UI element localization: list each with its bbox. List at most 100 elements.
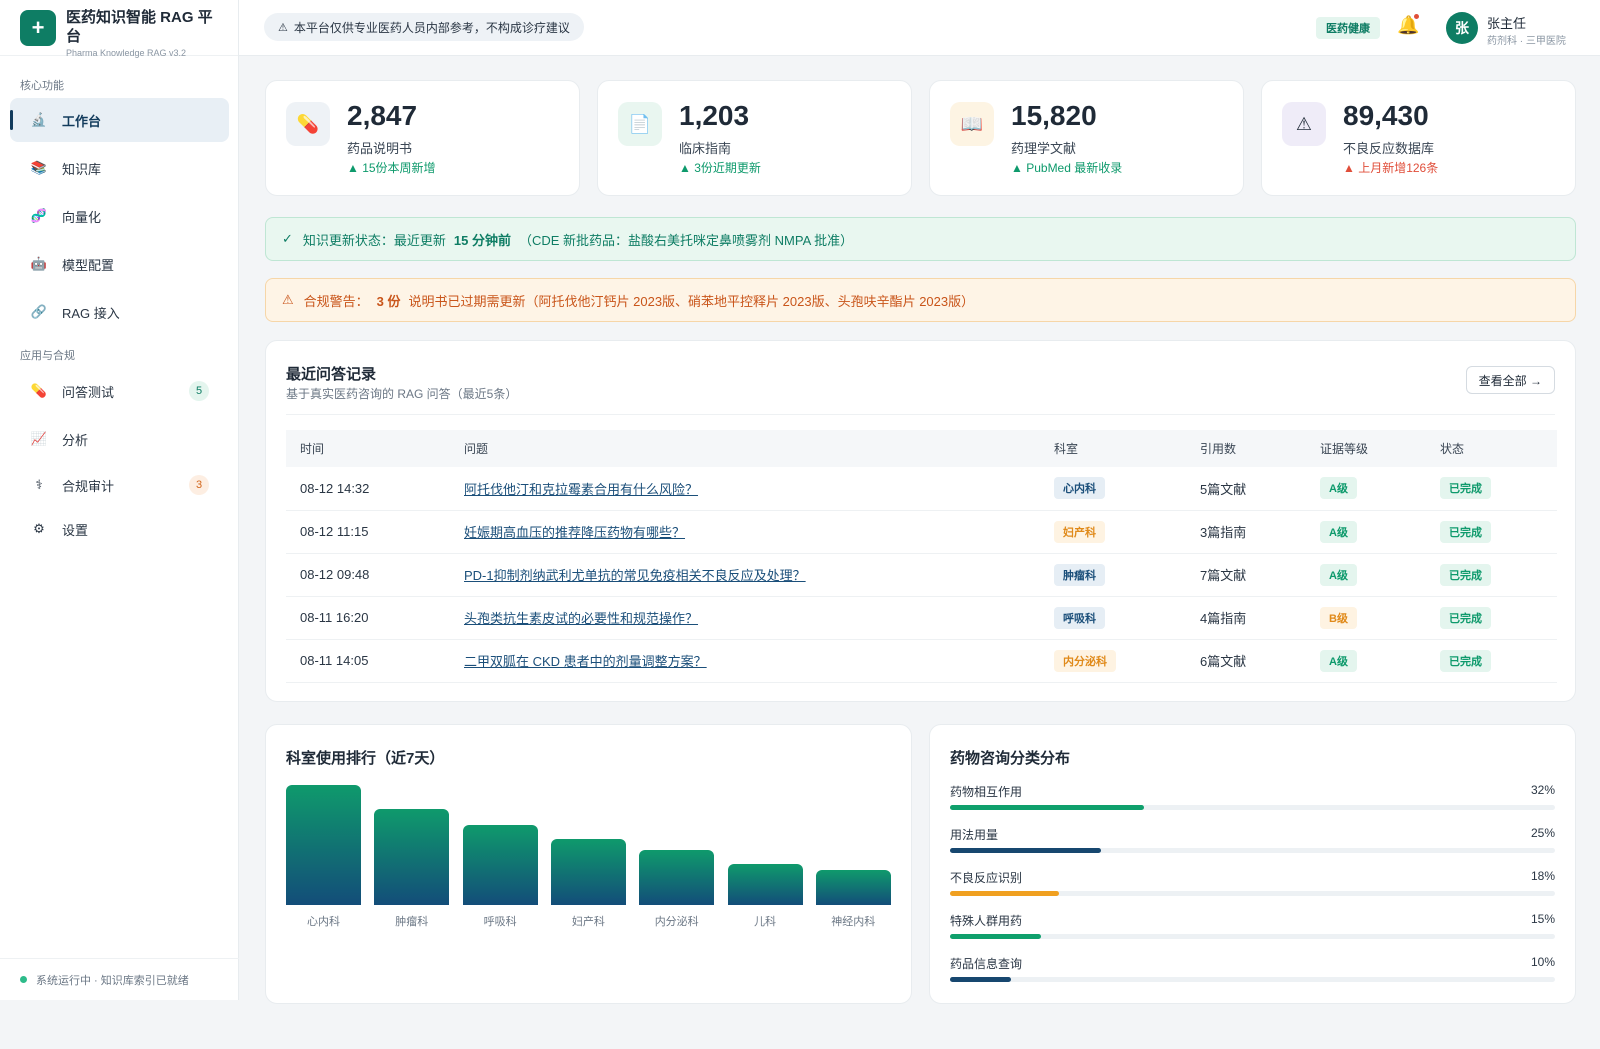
table-row[interactable]: 08-11 16:20 头孢类抗生素皮试的必要性和规范操作？ 呼吸科 4篇指南 … [286, 596, 1557, 640]
column-header[interactable]: 状态 [1426, 430, 1557, 467]
progress-track [950, 805, 1555, 810]
distribution-percent: 32% [1530, 783, 1555, 797]
system-status-text: 系统运行中 · 知识库索引已就绪 [36, 974, 189, 987]
distribution-label: 特殊人群用药 [950, 914, 1023, 928]
stat-label: 不良反应数据库 [1343, 141, 1435, 156]
status-badge: 已完成 [1440, 649, 1491, 672]
sidebar-item-qa-test[interactable]: 💊 问答测试 5 [10, 369, 229, 413]
status-badge: 已完成 [1440, 563, 1491, 586]
column-header[interactable]: 证据等级 [1306, 430, 1426, 467]
sidebar-item-label: 分析 [62, 432, 89, 448]
stat-value: 89,430 [1343, 100, 1429, 131]
time-cell: 08-11 16:20 [286, 596, 450, 640]
distribution-percent: 15% [1530, 912, 1555, 926]
banner-highlight: 15 分钟前 [453, 232, 511, 248]
avatar[interactable]: 张 [1446, 12, 1478, 44]
nav-section-apps: 应用与合规 [20, 350, 75, 362]
bar-内分泌科[interactable] [639, 850, 715, 905]
sidebar-item-workbench[interactable]: 🔬 工作台 [10, 98, 229, 142]
question-link[interactable]: 二甲双胍在 CKD 患者中的剂量调整方案？ [464, 654, 707, 669]
evidence-level-chip: A级 [1320, 520, 1357, 543]
refs-cell: 5篇文献 [1186, 467, 1306, 511]
column-header[interactable]: 引用数 [1186, 430, 1306, 467]
table-row[interactable]: 08-12 14:32 阿托伐他汀和克拉霉素合用有什么风险？ 心内科 5篇文献 … [286, 467, 1557, 511]
bar-妇产科[interactable] [550, 839, 626, 905]
banner-highlight: 3 份 [376, 293, 401, 309]
link-icon: 🔗 [30, 304, 48, 319]
question-link[interactable]: PD-1抑制剂纳武利尤单抗的常见免疫相关不良反应及处理？ [464, 568, 806, 583]
sidebar-item-label: 知识库 [62, 161, 102, 177]
view-all-button[interactable]: 查看全部 → [1465, 366, 1555, 394]
stat-trend: ▲ 上月新增126条 [1343, 161, 1439, 175]
bar-呼吸科[interactable] [462, 825, 538, 905]
sidebar: + 医药知识智能 RAG 平台 Pharma Knowledge RAG v3.… [0, 0, 239, 1000]
progress-track [950, 977, 1555, 982]
recent-qa-panel: 最近问答记录 基于真实医药咨询的 RAG 问答（最近5条） 查看全部 → 时间 … [265, 340, 1576, 702]
question-link[interactable]: 阿托伐他汀和克拉霉素合用有什么风险？ [464, 482, 698, 497]
sidebar-item-settings[interactable]: ⚙ 设置 [10, 507, 229, 551]
bar-儿科[interactable] [727, 864, 803, 905]
time-cell: 08-11 14:05 [286, 639, 450, 683]
sidebar-item-label: 模型配置 [62, 257, 115, 273]
table-row[interactable]: 08-12 11:15 妊娠期高血压的推荐降压药物有哪些？ 妇产科 3篇指南 A… [286, 510, 1557, 554]
sidebar-item-vectorize[interactable]: 🧬 向量化 [10, 194, 229, 238]
sidebar-item-label: 工作台 [62, 113, 102, 129]
bar-心内科[interactable] [286, 785, 361, 905]
book-icon: 📖 [950, 102, 994, 146]
panel-title: 药物咨询分类分布 [950, 750, 1071, 767]
divider [286, 414, 1555, 415]
column-header[interactable]: 科室 [1040, 430, 1186, 467]
table-row[interactable]: 08-12 09:48 PD-1抑制剂纳武利尤单抗的常见免疫相关不良反应及处理？… [286, 553, 1557, 597]
question-link[interactable]: 妊娠期高血压的推荐降压药物有哪些？ [464, 525, 685, 540]
sidebar-item-rag-access[interactable]: 🔗 RAG 接入 [10, 290, 229, 334]
bar-神经内科[interactable] [815, 870, 891, 905]
evidence-level-chip: A级 [1320, 649, 1357, 672]
bar-label: 神经内科 [831, 916, 876, 928]
consult-distribution-panel: 药物咨询分类分布 药物相互作用 32% 用法用量 25% 不良反应识别 18% 特殊人群用药… [929, 724, 1576, 1004]
bar-label: 心内科 [307, 916, 340, 928]
progress-track [950, 848, 1555, 853]
column-header[interactable]: 问题 [450, 430, 1040, 467]
topbar: ⚠ 本平台仅供专业医药人员内部参考，不构成诊疗建议 医药健康 🔔 张 张主任 药… [239, 0, 1600, 56]
chart-icon: 📈 [30, 431, 48, 446]
distribution-percent: 25% [1530, 826, 1555, 840]
warning-icon: ⚠ [1282, 102, 1326, 146]
evidence-level-chip: A级 [1320, 477, 1357, 500]
stat-label: 药理学文献 [1011, 141, 1077, 156]
bar-肿瘤科[interactable] [374, 809, 450, 905]
sidebar-item-label: 问答测试 [62, 384, 115, 400]
sidebar-item-label: RAG 接入 [62, 305, 120, 321]
stat-card-guidelines[interactable]: 📄 1,203 临床指南 ▲ 3份近期更新 [597, 80, 912, 196]
stat-trend: ▲ 3份近期更新 [679, 161, 761, 175]
column-header[interactable]: 时间 [286, 430, 450, 467]
user-name[interactable]: 张主任 [1487, 13, 1526, 32]
sidebar-item-analytics[interactable]: 📈 分析 [10, 417, 229, 461]
disclaimer-notice: ⚠ 本平台仅供专业医药人员内部参考，不构成诊疗建议 [264, 13, 584, 41]
document-icon: 📄 [618, 102, 662, 146]
table-row[interactable]: 08-11 14:05 二甲双胍在 CKD 患者中的剂量调整方案？ 内分泌科 6… [286, 639, 1557, 683]
stat-value: 1,203 [679, 100, 750, 131]
evidence-level-chip: B级 [1320, 606, 1357, 629]
category-tag[interactable]: 医药健康 [1316, 17, 1380, 39]
sidebar-item-label: 设置 [62, 522, 89, 538]
status-badge: 已完成 [1440, 606, 1491, 629]
status-dot-icon [20, 976, 27, 983]
question-link[interactable]: 头孢类抗生素皮试的必要性和规范操作？ [464, 611, 698, 626]
banner-prefix: 合规警告： [303, 293, 369, 309]
stat-card-literature[interactable]: 📖 15,820 药理学文献 ▲ PubMed 最新收录 [929, 80, 1244, 196]
panel-subtitle: 基于真实医药咨询的 RAG 问答（最近5条） [286, 387, 518, 401]
brand-title: 医药知识智能 RAG 平台 [66, 9, 213, 45]
distribution-percent: 18% [1530, 869, 1555, 883]
sidebar-item-compliance[interactable]: ⚕ 合规审计 3 [10, 463, 229, 507]
sidebar-item-model-config[interactable]: 🤖 模型配置 [10, 242, 229, 286]
stat-card-drug-labels[interactable]: 💊 2,847 药品说明书 ▲ 15份本周新增 [265, 80, 580, 196]
distribution-label: 用法用量 [950, 828, 999, 842]
sidebar-item-knowledge[interactable]: 📚 知识库 [10, 146, 229, 190]
brand-logo: + [20, 10, 56, 46]
progress-fill [950, 848, 1102, 853]
stat-card-adverse-events[interactable]: ⚠ 89,430 不良反应数据库 ▲ 上月新增126条 [1261, 80, 1576, 196]
status-badge: 已完成 [1440, 520, 1491, 543]
status-badge: 已完成 [1440, 477, 1491, 500]
chart-title: 科室使用排行（近7天） [286, 750, 445, 767]
progress-fill [950, 805, 1144, 810]
